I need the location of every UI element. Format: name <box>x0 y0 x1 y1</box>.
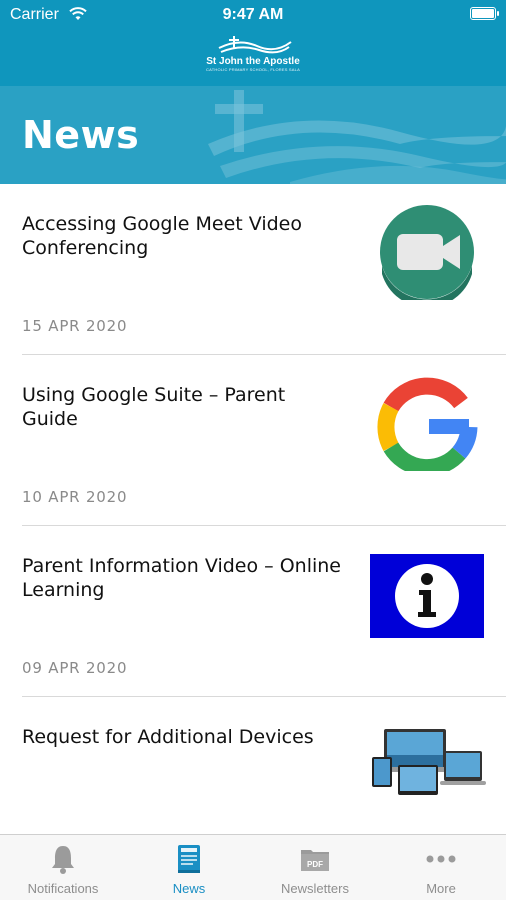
google-meet-icon <box>380 205 474 300</box>
tab-newsletters[interactable]: PDF Newsletters <box>252 835 378 900</box>
school-logo-icon <box>218 36 292 54</box>
tab-label: News <box>172 881 206 896</box>
logo-school-name: St John the Apostle <box>206 56 300 67</box>
tab-label: More <box>426 881 456 896</box>
news-item[interactable]: Request for Additional Devices <box>0 697 506 834</box>
news-item-date: 09 APR 2020 <box>22 659 128 677</box>
battery-icon <box>470 7 499 20</box>
school-logo: St John the Apostle CATHOLIC PRIMARY SCH… <box>200 34 306 80</box>
clock: 9:47 AM <box>222 6 284 23</box>
news-book-icon <box>178 845 200 873</box>
tab-label: Newsletters <box>281 881 349 896</box>
news-item[interactable]: Accessing Google Meet Video Conferencing… <box>0 184 506 355</box>
google-g-icon <box>377 377 478 471</box>
info-icon <box>370 554 484 638</box>
svg-text:PDF: PDF <box>307 860 323 869</box>
more-dots-icon <box>426 855 456 863</box>
tab-notifications[interactable]: Notifications <box>0 835 126 900</box>
news-item[interactable]: Using Google Suite – Parent Guide 10 APR… <box>0 355 506 526</box>
pdf-folder-icon: PDF <box>301 850 329 871</box>
app-header: Carrier 9:47 AM St John the Apostle CATH… <box>0 0 506 184</box>
news-item-title: Accessing Google Meet Video Conferencing <box>22 213 302 259</box>
news-item-title: Parent Information Video – Online Learni… <box>22 555 341 601</box>
news-item[interactable]: Parent Information Video – Online Learni… <box>0 526 506 697</box>
tab-news[interactable]: News <box>126 835 252 900</box>
tab-more[interactable]: More <box>378 835 504 900</box>
bell-icon <box>52 846 74 874</box>
news-item-title: Using Google Suite – Parent Guide <box>22 384 286 430</box>
status-bar: Carrier 9:47 AM <box>0 0 506 30</box>
devices-image <box>372 729 486 795</box>
tab-label: Notifications <box>27 881 99 896</box>
news-item-title: Request for Additional Devices <box>22 726 314 748</box>
news-item-date: 15 APR 2020 <box>22 317 128 335</box>
news-item-date: 10 APR 2020 <box>22 488 128 506</box>
tab-bar: Notifications News PDF Newsletters More <box>0 834 506 900</box>
news-list[interactable]: Accessing Google Meet Video Conferencing… <box>0 184 506 834</box>
page-title: News <box>22 113 140 157</box>
logo-subtitle: CATHOLIC PRIMARY SCHOOL, FLORES SALA <box>206 67 300 72</box>
